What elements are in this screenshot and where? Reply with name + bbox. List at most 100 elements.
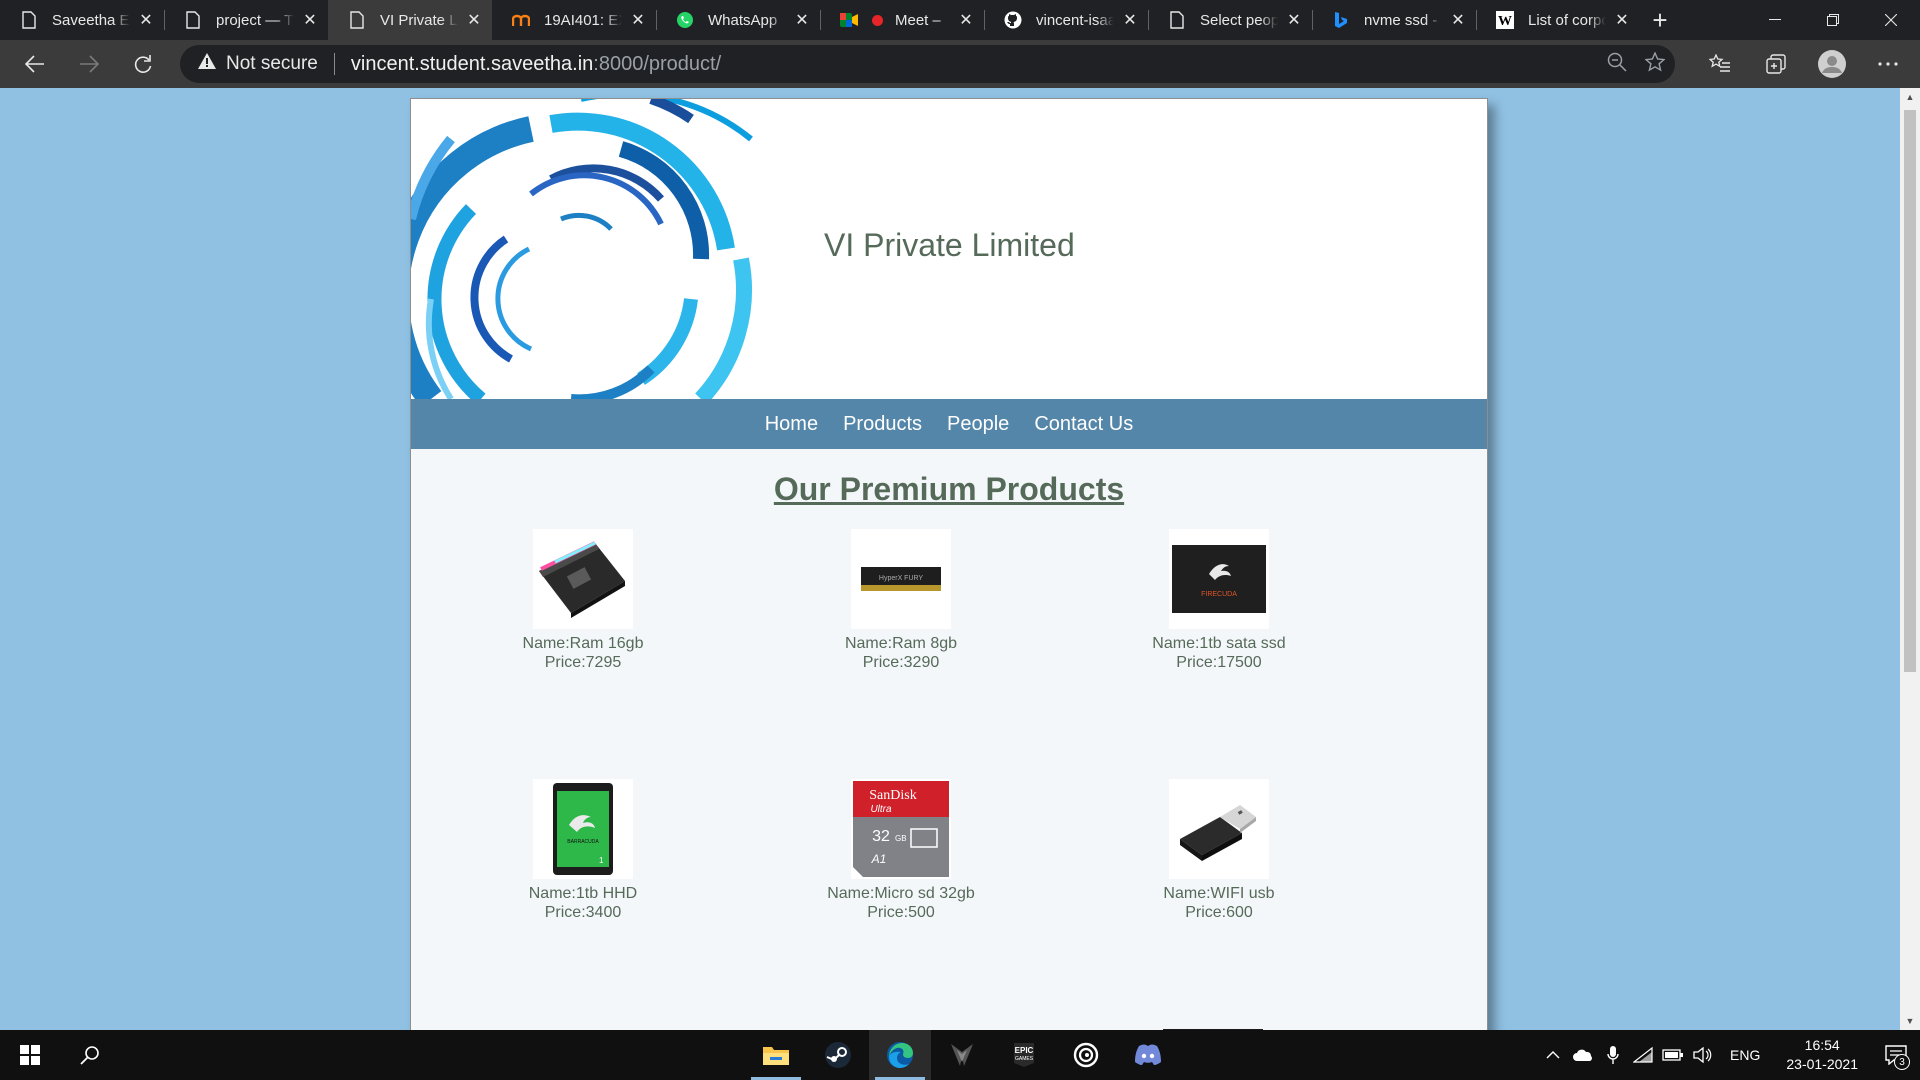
scroll-down-icon[interactable]: ▼ [1900, 1012, 1920, 1030]
page-viewport: VI Private Limited Home Products People … [0, 88, 1900, 1030]
forward-button[interactable] [66, 44, 112, 84]
close-icon[interactable]: ✕ [794, 12, 810, 29]
system-clock[interactable]: 16:54 23-01-2021 [1772, 1036, 1872, 1074]
nav-products[interactable]: Products [843, 413, 922, 436]
bing-icon [1332, 11, 1350, 29]
microphone-icon[interactable] [1598, 1030, 1628, 1080]
product-name: Name:1tb sata ssd [1152, 635, 1286, 652]
wifi-usb-icon [1169, 779, 1269, 879]
battery-icon[interactable] [1658, 1030, 1688, 1080]
tab-whatsapp[interactable]: WhatsApp ✕ [656, 0, 820, 40]
tab-title: List of corporations [1528, 11, 1606, 29]
back-button[interactable] [12, 44, 58, 84]
svg-text:SanDisk: SanDisk [869, 788, 916, 803]
ram-rgb-icon [533, 529, 633, 629]
tab-bing[interactable]: nvme ssd - Bing ✕ [1312, 0, 1476, 40]
tab-strip: Saveetha Engineering College ✕ project —… [0, 0, 1920, 40]
predator-sense-icon[interactable] [931, 1030, 993, 1080]
new-tab-button[interactable]: + [1640, 0, 1680, 40]
favorites-icon[interactable] [1692, 40, 1748, 88]
security-indicator[interactable]: Not secure [198, 53, 318, 75]
close-icon[interactable]: ✕ [1450, 12, 1466, 29]
product-card[interactable]: BARRACUDA 1 Name:1tb HHD Price:3400 [483, 779, 683, 922]
close-icon[interactable]: ✕ [1122, 12, 1138, 29]
minimize-button[interactable] [1746, 0, 1804, 40]
close-icon[interactable]: ✕ [1286, 12, 1302, 29]
nav-contact-us[interactable]: Contact Us [1034, 413, 1133, 436]
epic-games-icon[interactable]: EPIC GAMES [993, 1030, 1055, 1080]
close-icon[interactable]: ✕ [466, 12, 482, 29]
nav-people[interactable]: People [947, 413, 1009, 436]
product-card[interactable]: FIRECUDA Name:1tb sata ssd Price:17500 [1119, 529, 1319, 672]
product-price: Price:500 [867, 904, 935, 921]
product-card[interactable]: HyperX FURY Name:Ram 8gb Price:3290 [801, 529, 1001, 672]
wifi-icon[interactable] [1628, 1030, 1658, 1080]
windows-start-icon[interactable] [0, 1030, 60, 1080]
input-language[interactable]: ENG [1718, 1047, 1772, 1063]
scrollbar-thumb[interactable] [1904, 110, 1916, 672]
tab-exercise[interactable]: 19AI401: EXERCISE ✕ [492, 0, 656, 40]
refresh-button[interactable] [120, 44, 166, 84]
edge-browser-icon[interactable] [869, 1030, 931, 1080]
url-host[interactable]: vincent.student.saveetha.in [351, 53, 593, 76]
close-icon[interactable]: ✕ [138, 12, 154, 29]
url-path[interactable]: :8000/product/ [593, 53, 721, 76]
product-card[interactable]: Name:Ram 16gb Price:7295 [483, 529, 683, 672]
page-scrollbar[interactable]: ▲ ▼ [1900, 88, 1920, 1030]
close-icon[interactable]: ✕ [302, 12, 318, 29]
volume-icon[interactable] [1688, 1030, 1718, 1080]
search-icon[interactable] [60, 1030, 120, 1080]
close-icon[interactable]: ✕ [630, 12, 646, 29]
nav-home[interactable]: Home [765, 413, 818, 436]
page-icon [1168, 11, 1186, 29]
page-icon [20, 11, 38, 29]
page-container: VI Private Limited Home Products People … [410, 98, 1488, 1030]
notification-center-icon[interactable]: 3 [1872, 1030, 1920, 1080]
scroll-up-icon[interactable]: ▲ [1900, 88, 1920, 106]
close-window-button[interactable] [1862, 0, 1920, 40]
more-menu-icon[interactable] [1860, 40, 1916, 88]
tab-vi-private-limited[interactable]: VI Private Limited ✕ [328, 0, 492, 40]
tab-saveetha[interactable]: Saveetha Engineering College ✕ [0, 0, 164, 40]
tab-github[interactable]: vincent-isaac ✕ [984, 0, 1148, 40]
svg-text:GAMES: GAMES [1015, 1056, 1034, 1062]
close-icon[interactable]: ✕ [1614, 12, 1630, 29]
file-explorer-icon[interactable] [745, 1030, 807, 1080]
tab-wikipedia[interactable]: W List of corporations ✕ [1476, 0, 1640, 40]
tab-title: 19AI401: EXERCISE [544, 11, 622, 29]
clock-date: 23-01-2021 [1786, 1056, 1858, 1072]
product-card[interactable]: SanDisk Ultra 32 GB A1 Name:Micro sd 32gb Pr… [801, 779, 1001, 922]
site-title: VI Private Limited [824, 227, 1075, 263]
tab-title: VI Private Limited [380, 11, 458, 29]
restore-button[interactable] [1804, 0, 1862, 40]
tab-meet[interactable]: Meet – ✕ [820, 0, 984, 40]
collections-icon[interactable] [1748, 40, 1804, 88]
banner: VI Private Limited [411, 99, 1487, 399]
close-icon[interactable]: ✕ [958, 12, 974, 29]
page-icon [184, 11, 202, 29]
warning-icon [198, 53, 216, 75]
browser-toolbar: Not secure vincent.student.saveetha.in:8… [0, 40, 1920, 88]
svg-text:BARRACUDA: BARRACUDA [567, 839, 599, 845]
tab-title: Saveetha Engineering College [52, 11, 130, 29]
onedrive-icon[interactable] [1568, 1030, 1598, 1080]
toolbar-right [1692, 40, 1920, 88]
tab-project[interactable]: project — Thonny ✕ [164, 0, 328, 40]
whatsapp-icon [676, 11, 694, 29]
profile-avatar-icon[interactable] [1804, 40, 1860, 88]
tab-select-people[interactable]: Select people ✕ [1148, 0, 1312, 40]
address-bar[interactable]: Not secure vincent.student.saveetha.in:8… [180, 45, 1675, 83]
favorite-star-icon[interactable] [1644, 50, 1666, 77]
tab-title: vincent-isaac [1036, 11, 1114, 29]
zoom-icon[interactable] [1607, 52, 1627, 77]
steam-icon[interactable] [807, 1030, 869, 1080]
system-tray: ENG 16:54 23-01-2021 3 [1538, 1030, 1920, 1080]
security-label: Not secure [226, 53, 318, 74]
chevron-up-icon[interactable] [1538, 1030, 1568, 1080]
discord-icon[interactable] [1117, 1030, 1179, 1080]
ubisoft-icon[interactable] [1055, 1030, 1117, 1080]
product-name: Name:Ram 16gb [522, 635, 644, 652]
svg-text:EPIC: EPIC [1015, 1046, 1034, 1055]
hdd-icon: BARRACUDA 1 [533, 779, 633, 879]
product-card[interactable]: Name:WIFI usb Price:600 [1119, 779, 1319, 922]
